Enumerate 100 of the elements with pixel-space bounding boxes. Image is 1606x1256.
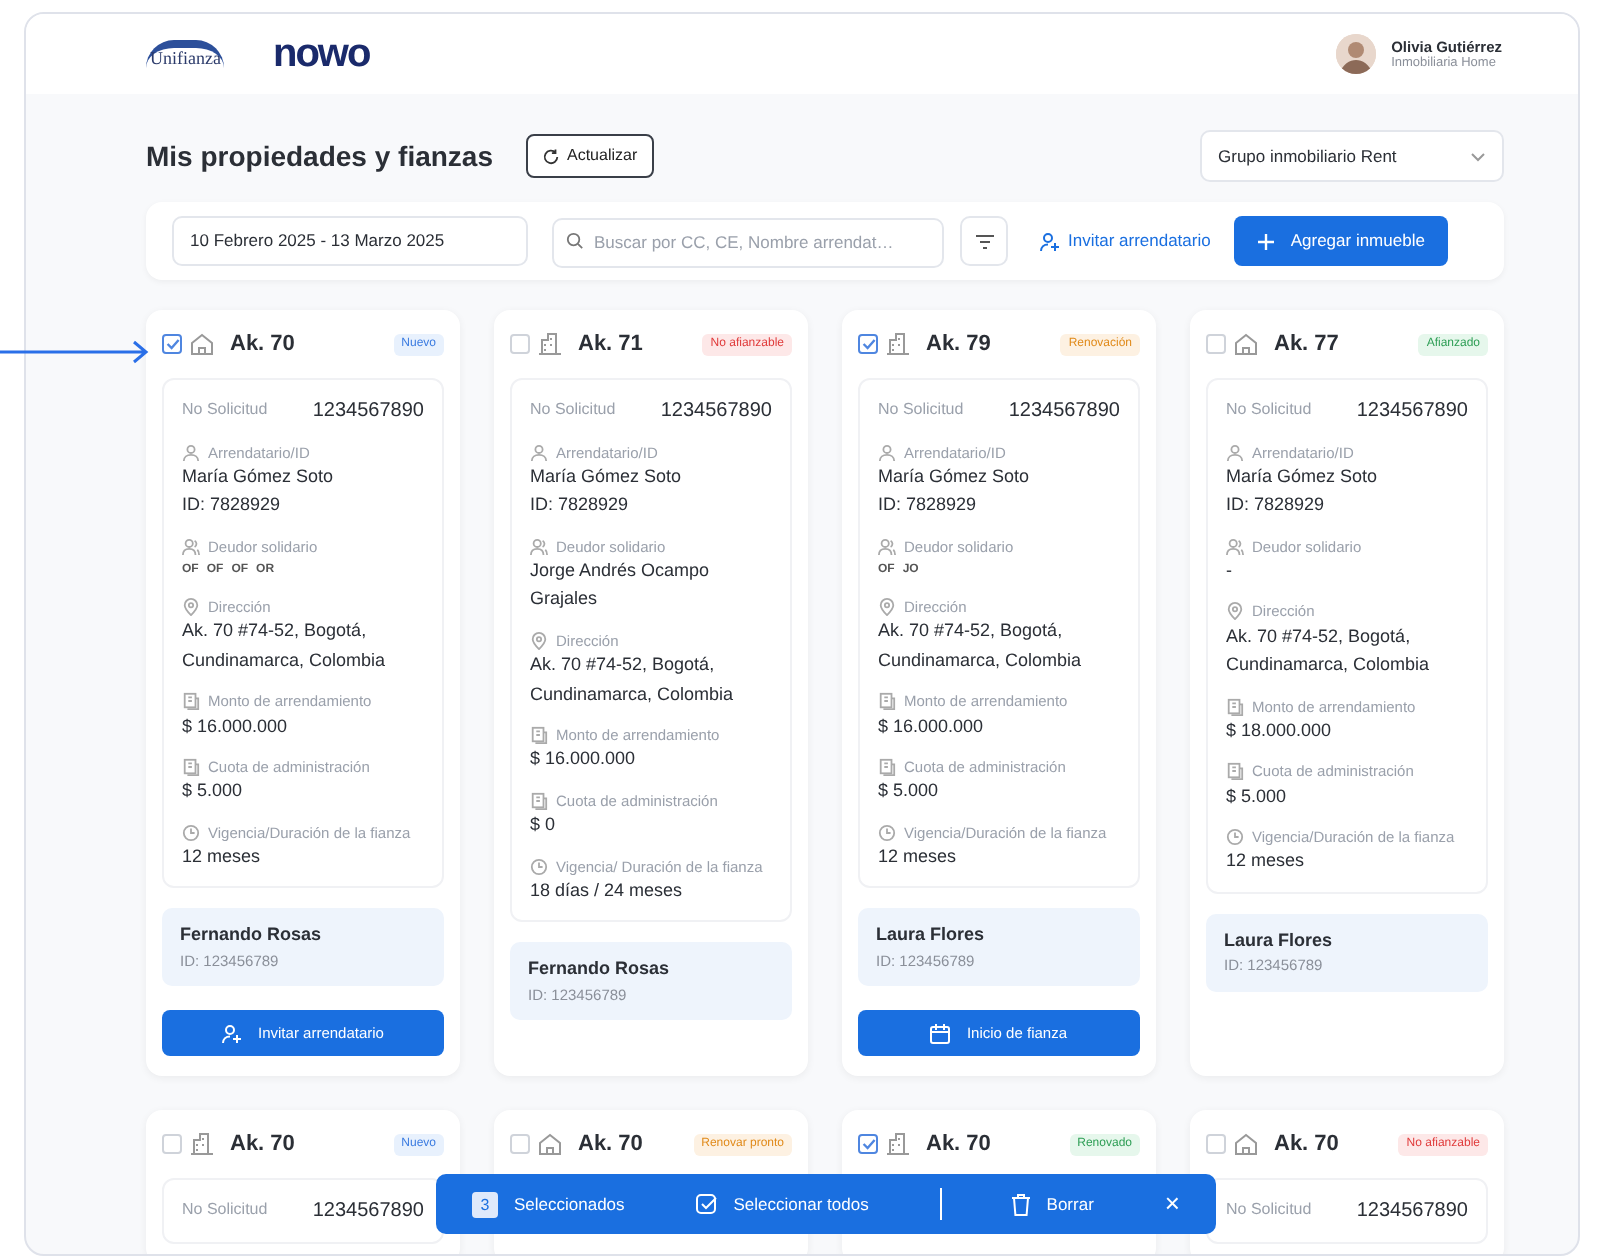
doc-icon	[530, 725, 548, 744]
field-value: $ 18.000.000	[1226, 717, 1334, 744]
clock-icon	[530, 857, 548, 875]
field-value: Ak. 70 #74-52, Bogotá, Cundinamarca, Colombia	[182, 618, 388, 674]
add-property-button[interactable]: Agregar inmueble	[1234, 216, 1449, 266]
person-icon	[182, 443, 200, 461]
group-icon	[530, 537, 548, 556]
plus-icon	[1258, 233, 1275, 249]
date-range-field[interactable]: 10 Febrero 2025 - 13 Marzo 2025	[172, 216, 528, 266]
field-value: ID: 7828929	[530, 492, 631, 519]
search-icon	[566, 232, 584, 250]
field-value: $ 16.000.000	[182, 713, 290, 740]
pin-icon	[878, 598, 896, 617]
doc-icon	[878, 692, 896, 711]
select-all-button[interactable]: Seleccionar todos	[695, 1191, 869, 1217]
checkbox[interactable]	[162, 334, 182, 355]
checkbox[interactable]	[858, 1134, 878, 1155]
doc-icon	[182, 692, 200, 711]
doc-icon	[530, 791, 548, 810]
request-number: 1234567890	[312, 397, 424, 425]
property-title: Ak. 70	[1274, 1130, 1339, 1161]
group-icon	[1226, 537, 1244, 556]
field-value: $ 5.000	[1226, 783, 1289, 810]
tenant-name: Laura Flores	[876, 922, 987, 949]
tenant-name: Fernando Rosas	[528, 956, 672, 983]
request-number: 1234567890	[312, 1197, 424, 1226]
selected-count: 3	[472, 1191, 498, 1217]
field-value: ID: 7828929	[1226, 492, 1327, 519]
property-title: Ak. 79	[926, 330, 991, 360]
checkbox[interactable]	[858, 334, 878, 355]
field-value: $ 16.000.000	[878, 713, 986, 740]
delete-button[interactable]: Borrar	[1012, 1191, 1094, 1217]
building-icon	[538, 332, 562, 357]
filter-button[interactable]	[960, 216, 1008, 266]
field-value: Ak. 70 #74-52, Bogotá, Cundinamarca, Colombia	[1226, 623, 1432, 679]
group-icon	[182, 537, 200, 556]
logo: nowo	[272, 34, 370, 74]
tenant-name: Fernando Rosas	[180, 922, 324, 949]
person-icon	[530, 443, 548, 461]
selected-label: Seleccionados	[514, 1191, 625, 1217]
building-icon	[190, 1132, 214, 1157]
field-value: ID: 7828929	[182, 492, 283, 519]
house-icon	[190, 332, 214, 357]
field-label: No Solicitud	[182, 398, 268, 422]
field-label: No Solicitud	[530, 398, 616, 422]
field-value: 12 meses	[1226, 848, 1307, 875]
field-value: $ 5.000	[878, 778, 941, 805]
field-value: María Gómez Soto	[182, 463, 336, 490]
doc-icon	[1226, 697, 1244, 716]
request-number: 1234567890	[660, 397, 772, 425]
field-value: 12 meses	[182, 844, 263, 871]
house-icon	[1234, 332, 1258, 357]
tenant-name: Laura Flores	[1224, 927, 1335, 954]
refresh-button[interactable]: Actualizar	[525, 134, 654, 178]
property-title: Ak. 77	[1274, 330, 1339, 360]
property-title: Ak. 70	[230, 1130, 295, 1161]
field-value: ID: 7828929	[878, 492, 979, 519]
page-title: Mis propiedades y fianzas	[146, 139, 493, 173]
pin-icon	[182, 598, 200, 617]
request-number: 1234567890	[1356, 1197, 1468, 1226]
refresh-icon	[541, 147, 559, 165]
clock-icon	[182, 823, 200, 842]
field-value: $ 0	[530, 812, 558, 839]
doc-icon	[1226, 762, 1244, 781]
filter-icon	[975, 233, 993, 249]
search-field[interactable]: Buscar por CC, CE, Nombre arrendat…	[552, 217, 944, 267]
trash-icon	[1012, 1193, 1031, 1215]
field-value: 18 días / 24 meses	[530, 877, 685, 904]
property-title: Ak. 71	[578, 330, 643, 360]
field-value: Ak. 70 #74-52, Bogotá, Cundinamarca, Colombia	[530, 652, 736, 708]
group-select[interactable]: Grupo inmobiliario Rent	[1200, 130, 1504, 182]
check-icon	[165, 338, 179, 351]
request-number: 1234567890	[1356, 397, 1468, 425]
field-value: $ 5.000	[182, 778, 245, 805]
add-user-icon	[222, 1023, 243, 1044]
field-label: No Solicitud	[182, 1198, 268, 1223]
clock-icon	[1226, 828, 1244, 847]
check-icon	[861, 1138, 875, 1151]
chevron-down-icon	[1470, 151, 1486, 161]
house-icon	[1234, 1132, 1258, 1157]
pin-icon	[1226, 602, 1244, 621]
field-value: María Gómez Soto	[530, 463, 684, 490]
field-label: No Solicitud	[878, 398, 964, 422]
house-icon	[538, 1132, 562, 1157]
property-title: Ak. 70	[926, 1130, 991, 1161]
property-title: Ak. 70	[230, 330, 295, 360]
building-icon	[886, 1132, 910, 1157]
field-value: $ 16.000.000	[530, 746, 638, 773]
add-user-icon	[1040, 231, 1060, 251]
building-icon	[886, 332, 910, 357]
field-value: -	[1226, 558, 1234, 585]
invite-tenant-link[interactable]: Invitar arrendatario	[1040, 228, 1211, 254]
close-button[interactable]: ×	[1164, 1184, 1180, 1224]
group-icon	[878, 537, 896, 556]
clock-icon	[878, 823, 896, 842]
person-icon	[878, 443, 896, 461]
field-value: Ak. 70 #74-52, Bogotá, Cundinamarca, Colombia	[878, 618, 1084, 674]
field-label: No Solicitud	[1226, 398, 1312, 422]
avatar	[1335, 34, 1376, 74]
calendar-icon	[930, 1023, 951, 1044]
